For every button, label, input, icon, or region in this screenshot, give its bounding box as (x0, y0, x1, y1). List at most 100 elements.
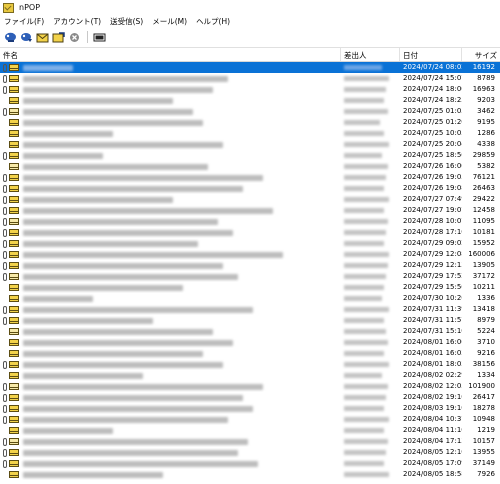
table-row[interactable]: 2024/07/29 17:52 37172 (0, 271, 500, 282)
message-list[interactable]: 件名 差出人 日付 サイズ 2024/07/24 08:02 16192 2024/… (0, 47, 500, 484)
table-row[interactable]: 2024/07/29 09:02 15952 (0, 238, 500, 249)
menu-send-receive[interactable]: 送受信(S) (110, 16, 143, 27)
sender-redacted (344, 285, 384, 290)
attachment-icon (3, 63, 7, 72)
table-row[interactable]: 2024/07/25 01:05 3462 (0, 106, 500, 117)
table-row[interactable]: 2024/07/24 15:07 8789 (0, 73, 500, 84)
check-mail-button[interactable] (35, 31, 49, 43)
table-row[interactable]: 2024/07/27 19:07 12458 (0, 205, 500, 216)
table-row[interactable]: 2024/07/29 12:13 13905 (0, 260, 500, 271)
table-row[interactable]: 2024/08/02 19:10 26417 (0, 392, 500, 403)
size-cell: 76121 (472, 173, 495, 181)
table-row[interactable]: 2024/08/02 02:29 1334 (0, 370, 500, 381)
size-cell: 5382 (477, 162, 495, 170)
table-row[interactable]: 2024/07/27 07:49 29422 (0, 194, 500, 205)
send-button[interactable] (51, 31, 65, 43)
table-row[interactable]: 2024/07/26 16:00 5382 (0, 161, 500, 172)
size-cell: 1286 (477, 129, 495, 137)
attachment-icon (3, 404, 7, 413)
receive-button[interactable] (3, 31, 17, 43)
menu-file[interactable]: ファイル(F) (4, 16, 44, 27)
table-row[interactable]: 2024/07/28 17:10 10181 (0, 227, 500, 238)
table-row[interactable]: 2024/08/01 16:03 9216 (0, 348, 500, 359)
table-row[interactable]: 2024/07/24 08:02 16192 (0, 62, 500, 73)
table-row[interactable]: 2024/07/29 12:08 160006 (0, 249, 500, 260)
subject-cell (0, 348, 341, 359)
from-cell (341, 183, 400, 194)
menu-help[interactable]: ヘルプ(H) (196, 16, 230, 27)
attachment-icon (3, 74, 7, 83)
column-date[interactable]: 日付 (400, 48, 462, 61)
envelope-icon (9, 75, 19, 82)
subject-cell (0, 227, 341, 238)
table-row[interactable]: 2024/07/25 18:56 29859 (0, 150, 500, 161)
table-row[interactable]: 2024/08/01 18:03 38156 (0, 359, 500, 370)
date-cell: 2024/07/25 10:05 (403, 129, 462, 137)
sender-redacted (344, 175, 386, 180)
stop-button[interactable] (67, 31, 81, 43)
table-row[interactable]: 2024/07/28 10:07 11095 (0, 216, 500, 227)
table-row[interactable]: 2024/07/25 01:20 9195 (0, 117, 500, 128)
menu-mail[interactable]: メール(M) (152, 16, 187, 27)
subject-redacted (23, 405, 253, 412)
column-subject[interactable]: 件名 (0, 48, 341, 61)
table-row[interactable]: 2024/07/25 10:05 1286 (0, 128, 500, 139)
table-row[interactable]: 2024/08/04 11:10 1219 (0, 425, 500, 436)
subject-cell (0, 238, 341, 249)
table-row[interactable]: 2024/08/04 10:37 10948 (0, 414, 500, 425)
table-row[interactable]: 2024/07/31 11:57 8979 (0, 315, 500, 326)
date-cell: 2024/07/31 15:10 (403, 327, 462, 335)
envelope-icon (9, 460, 19, 467)
table-row[interactable]: 2024/08/05 12:10 13955 (0, 447, 500, 458)
sender-redacted (344, 340, 388, 345)
table-row[interactable]: 2024/07/24 18:00 16963 (0, 84, 500, 95)
subject-cell (0, 282, 341, 293)
table-row[interactable]: 2024/08/01 16:06 3710 (0, 337, 500, 348)
table-row[interactable]: 2024/07/31 11:39 13418 (0, 304, 500, 315)
subject-redacted (23, 218, 218, 225)
sender-redacted (344, 351, 384, 356)
table-row[interactable]: 2024/08/04 17:13 10157 (0, 436, 500, 447)
date-cell: 2024/08/04 11:10 (403, 426, 462, 434)
column-from[interactable]: 差出人 (341, 48, 400, 61)
table-row[interactable]: 2024/07/25 20:04 4338 (0, 139, 500, 150)
menu-account[interactable]: アカウント(T) (53, 16, 101, 27)
table-row[interactable]: 2024/08/03 19:10 18278 (0, 403, 500, 414)
receive-all-button[interactable] (19, 31, 33, 43)
subject-redacted (23, 273, 238, 280)
subject-cell (0, 425, 341, 436)
table-row[interactable]: 2024/07/26 19:08 26463 (0, 183, 500, 194)
envelope-icon (9, 306, 19, 313)
size-cell: 18278 (472, 404, 495, 412)
sender-redacted (344, 362, 389, 367)
envelope-icon (9, 229, 19, 236)
envelope-icon (9, 273, 19, 280)
table-row[interactable]: 2024/08/05 17:09 37149 (0, 458, 500, 469)
table-row[interactable]: 2024/07/29 15:56 10211 (0, 282, 500, 293)
table-row[interactable]: 2024/07/26 19:05 76121 (0, 172, 500, 183)
from-cell (341, 73, 400, 84)
column-size[interactable]: サイズ (462, 48, 500, 61)
sender-redacted (344, 472, 389, 477)
subject-redacted (23, 317, 153, 324)
table-row[interactable]: 2024/08/02 12:05 101900 (0, 381, 500, 392)
date-cell: 2024/07/29 09:02 (403, 239, 462, 247)
subject-cell (0, 436, 341, 447)
subject-cell (0, 172, 341, 183)
table-row[interactable]: 2024/07/24 18:25 9203 (0, 95, 500, 106)
from-cell (341, 62, 400, 73)
size-cell: 1334 (477, 371, 495, 379)
subject-cell (0, 194, 341, 205)
new-mail-button[interactable] (92, 31, 106, 43)
size-cell: 10181 (472, 228, 495, 236)
subject-cell (0, 315, 341, 326)
table-row[interactable]: 2024/08/05 18:58 7926 (0, 469, 500, 480)
subject-cell (0, 216, 341, 227)
size-cell: 101900 (468, 382, 495, 390)
size-cell: 10211 (472, 283, 495, 291)
table-row[interactable]: 2024/07/31 15:10 5224 (0, 326, 500, 337)
table-row[interactable]: 2024/07/30 10:26 1336 (0, 293, 500, 304)
subject-cell (0, 271, 341, 282)
toolbar-separator (87, 31, 88, 43)
sender-redacted (344, 384, 388, 389)
